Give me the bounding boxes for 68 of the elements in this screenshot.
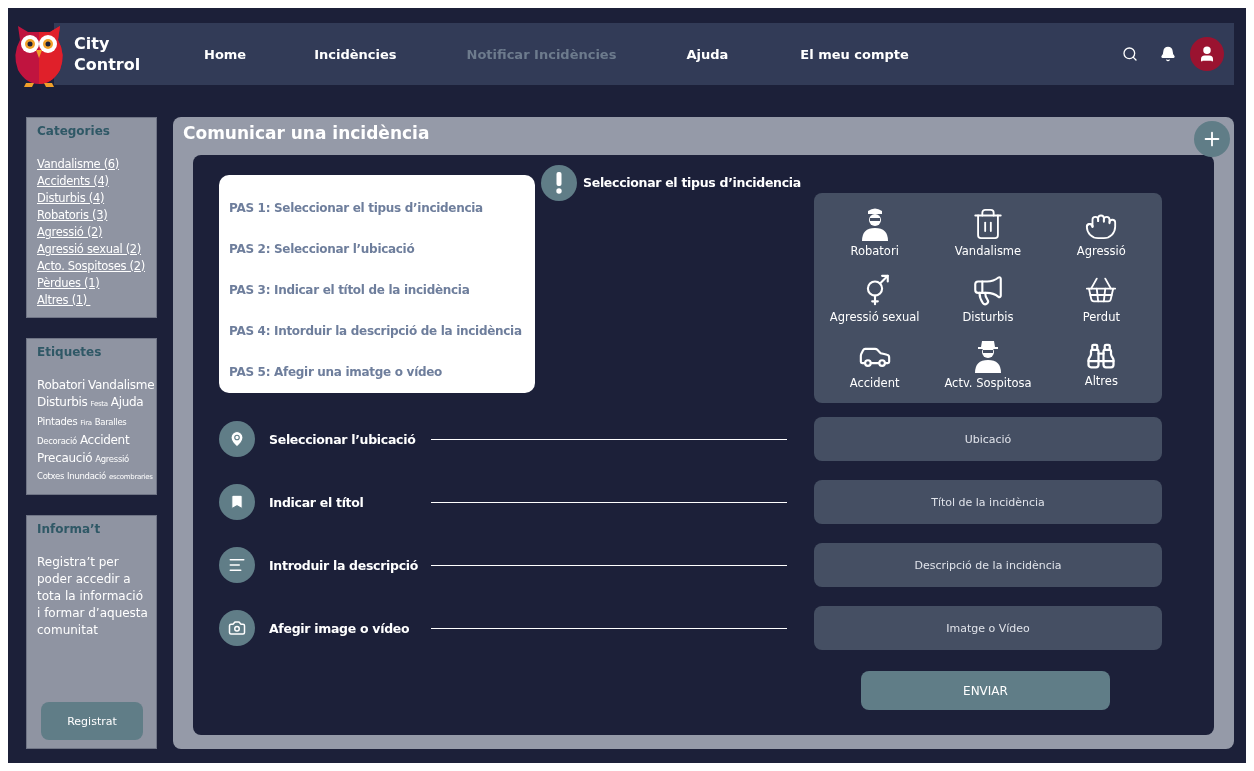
spy-icon: [972, 338, 1004, 373]
step-text: PAS 2: Seleccionar l’ubicació: [229, 241, 416, 256]
row-label: Indicar el títol: [269, 494, 365, 510]
nav-link[interactable]: Incidències: [314, 46, 397, 62]
location-pin-icon: [219, 421, 255, 457]
tag-link[interactable]: Cotxes: [37, 468, 65, 485]
row-label: Seleccionar l’ubicació: [269, 431, 417, 447]
brand-name: City Control: [74, 33, 142, 75]
nav-link[interactable]: Ajuda: [686, 46, 729, 62]
section-heading: Seleccionar el tipus d’incidencia: [583, 175, 801, 190]
card-title: Etiquetes: [37, 345, 103, 359]
tag-link[interactable]: Ajuda: [110, 394, 144, 411]
submit-button[interactable]: ENVIAR: [861, 671, 1110, 710]
incident-type-button[interactable]: Accident: [818, 331, 932, 397]
tag-link[interactable]: Inundació: [67, 468, 106, 485]
step-text: PAS 1: Seleccionar el tipus d’incidencia: [229, 200, 484, 215]
bookmark-icon: [219, 484, 255, 520]
add-button[interactable]: [1194, 121, 1230, 157]
tag-link[interactable]: Accident: [79, 432, 130, 449]
incident-type-button[interactable]: Agressió: [1044, 199, 1158, 265]
incident-type-button[interactable]: Actv. Sospitosa: [931, 331, 1045, 397]
incident-type-button[interactable]: Robatori: [818, 199, 932, 265]
input-field[interactable]: Imatge o Vídeo: [814, 606, 1162, 650]
step-text: PAS 5: Afegir una imatge o vídeo: [229, 365, 444, 380]
tag-link[interactable]: Vandalisme: [88, 377, 155, 394]
card-title: Categories: [37, 124, 111, 138]
camera-icon: [219, 610, 255, 646]
tag-link[interactable]: Disturbis: [37, 394, 88, 411]
category-link[interactable]: Pèrdues (1): [37, 275, 150, 292]
exclamation-icon: [541, 165, 577, 201]
category-link[interactable]: Vandalisme (6): [37, 156, 150, 173]
tag-link[interactable]: Pintades: [37, 413, 78, 430]
tag-link[interactable]: Precaució: [37, 450, 93, 467]
input-field[interactable]: Títol de la incidència: [814, 480, 1162, 524]
category-link[interactable]: Agressió (2): [37, 224, 150, 241]
row-label: Introduir la descripció: [269, 557, 420, 573]
category-link[interactable]: Acto. Sospitoses (2): [37, 258, 150, 275]
input-field[interactable]: Descripció de la incidència: [814, 543, 1162, 587]
category-link[interactable]: Robatoris (3): [37, 207, 150, 224]
incident-type-button[interactable]: Altres: [1044, 331, 1158, 397]
input-field[interactable]: Ubicació: [814, 417, 1162, 461]
tag-link[interactable]: Robatori: [37, 377, 86, 394]
tag-link[interactable]: Baralles: [94, 414, 127, 431]
bell-icon[interactable]: [1160, 46, 1176, 62]
category-link[interactable]: Disturbis (4): [37, 190, 150, 207]
incident-type-button[interactable]: Perdut: [1044, 265, 1158, 331]
row-label: Afegir image o vídeo: [269, 620, 411, 636]
register-button[interactable]: Registrat: [41, 702, 143, 740]
category-link[interactable]: Altres (1): [37, 292, 150, 309]
category-link[interactable]: Agressió sexual (2): [37, 241, 150, 258]
trash-icon: [971, 206, 1005, 241]
info-text: Registra’t per poder accedir a tota la informació i formar d’aquesta comunitat: [37, 554, 149, 639]
incident-type-button[interactable]: Vandalisme: [931, 199, 1045, 265]
tag-link[interactable]: Agressió: [95, 451, 129, 468]
incident-type-button[interactable]: Disturbis: [931, 265, 1045, 331]
nav-link[interactable]: El meu compte: [800, 46, 909, 62]
tag-link[interactable]: Decoració: [37, 433, 77, 450]
search-icon[interactable]: [1122, 46, 1138, 62]
category-link[interactable]: Accidents (4): [37, 173, 150, 190]
step-text: PAS 3: Indicar el títol de la incidència: [229, 282, 471, 297]
nav-link[interactable]: Home: [204, 46, 247, 62]
incident-type-button[interactable]: Agressió sexual: [818, 265, 932, 331]
user-avatar[interactable]: [1190, 37, 1224, 71]
nav-link[interactable]: Notificar Incidències: [466, 46, 617, 62]
panel-title: Comunicar una incidència: [183, 123, 431, 143]
card-title: Informa’t: [37, 522, 102, 536]
step-text: PAS 4: Intorduir la descripció de la incidència: [229, 324, 523, 339]
text-lines-icon: [219, 547, 255, 583]
